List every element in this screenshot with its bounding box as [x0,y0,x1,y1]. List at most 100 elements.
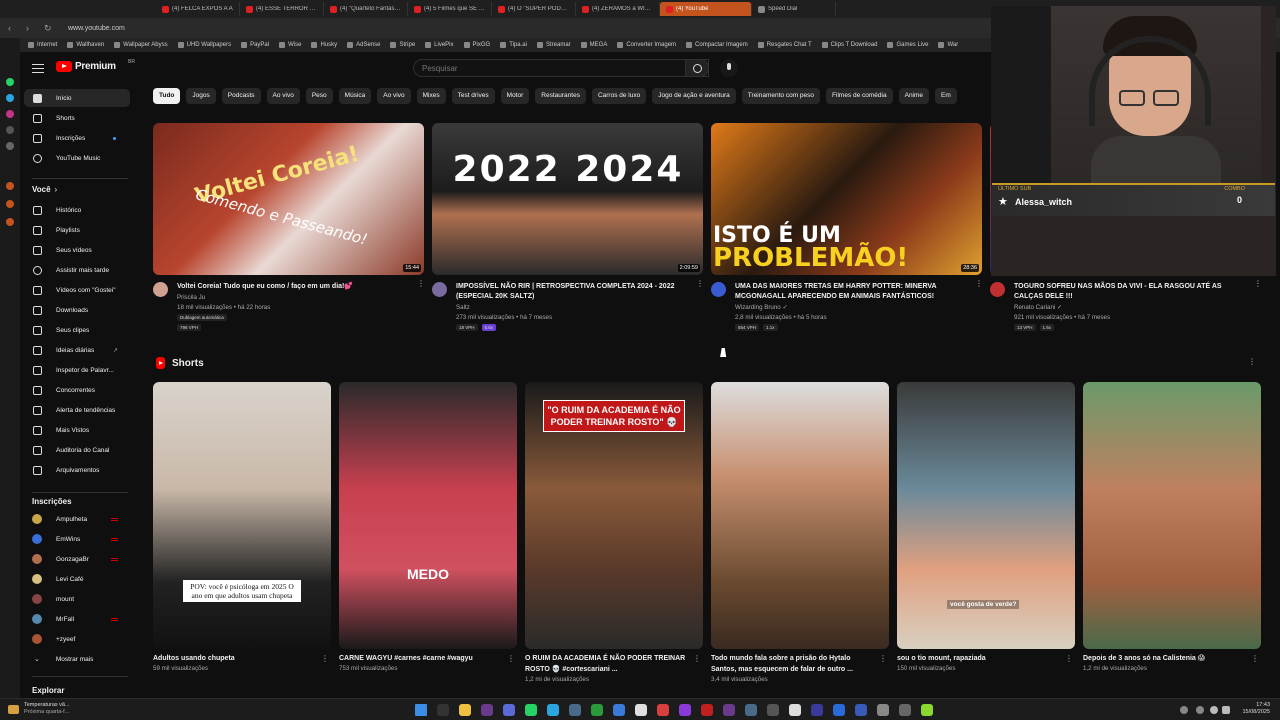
search-input[interactable] [422,64,652,73]
bookmark-item[interactable]: Games Live [887,42,928,48]
app-icon[interactable] [921,704,933,716]
shorts-more-icon[interactable] [1248,360,1251,363]
bookmark-item[interactable]: PayPal [241,42,269,48]
channel-name[interactable]: Wizarding Bruno ✓ [735,303,788,313]
more-options-icon[interactable] [417,282,420,285]
video-title[interactable]: IMPOSSÍVEL NÃO RIR | RETROSPECTIVA COMPL… [456,282,688,302]
browser-tab[interactable]: (4) 5 Filmes que SE PERD [408,2,492,16]
edge-icon[interactable] [613,704,625,716]
channel-name[interactable]: Saltz [456,303,470,313]
filter-chip[interactable]: Ao vivo [266,88,300,104]
volume-icon[interactable] [1222,706,1230,714]
filter-chip[interactable]: Podcasts [221,88,261,104]
telegram-icon[interactable] [6,94,14,102]
more-options-icon[interactable] [693,657,696,660]
bookmark-item[interactable]: Stripe [390,42,415,48]
browser-tab[interactable]: Speed Dial [752,2,836,16]
sidebar-item[interactable]: Inscrições [24,129,130,147]
channel-avatar[interactable] [990,282,1005,297]
video-title[interactable]: Voltei Coreia! Tudo que eu como / faço e… [177,282,409,292]
bookmark-item[interactable]: LivePix [425,42,454,48]
whatsapp-icon[interactable] [525,704,537,716]
sidebar-item[interactable]: Inspetor de Palavr... [24,361,130,379]
video-thumbnail[interactable]: 2022 2024 2:09:59 [432,123,703,275]
opera-icon[interactable] [657,704,669,716]
filter-chip[interactable]: Jogos [186,88,216,104]
sidebar-item[interactable]: Arquivamentos [24,461,130,479]
filter-chip[interactable]: Carros de luxo [591,88,647,104]
video-title[interactable]: TOGURO SOFREU NAS MÃOS DA VIVI - ELA RAS… [1014,282,1246,302]
short-title[interactable]: O RUIM DA ACADEMIA É NÃO PODER TREINAR R… [525,653,690,675]
bookmark-item[interactable]: Internet [28,42,57,48]
bookmark-item[interactable]: Clips T Download [821,42,877,48]
short-thumbnail[interactable] [1083,382,1261,649]
sidebar-item[interactable]: Mais Vistos [24,421,130,439]
filter-chip[interactable]: Em [935,88,957,104]
video-thumbnail[interactable]: ISTO É UM PROBLEMÃO! 28:36 [711,123,982,275]
filter-chip[interactable]: Jogo de ação e aventura [652,88,736,104]
bookmark-item[interactable]: Converter Imagem [617,42,676,48]
bookmark-item[interactable]: Compactar Imagem [686,42,748,48]
filter-chip[interactable]: Tudo [153,88,181,104]
sidebar-item[interactable]: Auditoria do Canal [24,441,130,459]
subscription-item[interactable]: GonzagaBr [24,550,130,568]
short-title[interactable]: CARNE WAGYU #carnes #carne #wagyu [339,653,504,664]
voce-heading[interactable]: Você › [32,185,57,194]
more-options-icon[interactable] [696,282,699,285]
tiktok-icon[interactable] [6,126,14,134]
panel-icon[interactable] [6,200,14,208]
short-thumbnail[interactable]: MEDO [339,382,517,649]
subscription-item[interactable]: Levi Café [24,570,130,588]
x-icon[interactable] [6,142,14,150]
more-options-icon[interactable] [1251,657,1254,660]
system-clock[interactable]: 17:43 15/08/2025 [1242,702,1270,716]
bookmark-item[interactable]: MEGA [580,42,607,48]
app-icon[interactable] [481,704,493,716]
tray-icon[interactable] [1180,706,1188,714]
bookmark-item[interactable]: Resgates Chat T [757,42,812,48]
browser-tab[interactable]: (4) "Quarteto Fantástico [324,2,408,16]
more-options-icon[interactable] [975,282,978,285]
show-more-button[interactable]: ⌄ Mostrar mais [24,650,130,668]
app-icon[interactable] [789,704,801,716]
channel-avatar[interactable] [711,282,726,297]
filter-chip[interactable]: Test drives [451,88,495,104]
instagram-icon[interactable] [6,110,14,118]
app-icon[interactable] [679,704,691,716]
more-options-icon[interactable] [1065,657,1068,660]
xbox-icon[interactable] [591,704,603,716]
app-icon[interactable] [767,704,779,716]
filter-chip[interactable]: Restaurantes [535,88,586,104]
subscription-item[interactable]: Ampulheta [24,510,130,528]
filter-chip[interactable]: Treinamento com peso [741,88,821,104]
app-icon[interactable] [723,704,735,716]
bookmark-item[interactable]: Wallpaper Abyss [114,42,168,48]
browser-tab[interactable]: (4) ZERAMOS a WINSTR [576,2,660,16]
sidebar-item[interactable]: Ideias diárias ↗ [24,341,130,359]
menu-icon[interactable] [32,64,44,73]
bookmark-item[interactable]: PixGG [463,42,490,48]
chrome-icon[interactable] [635,704,647,716]
weather-widget[interactable]: Temperaturas vã... Próxima quarta-f... [24,702,70,716]
bookmark-item[interactable]: Wise [279,42,301,48]
file-explorer-icon[interactable] [459,704,471,716]
bookmark-item[interactable]: War [938,42,958,48]
mic-button[interactable] [720,59,738,77]
subscription-item[interactable]: EmWins [24,530,130,548]
discord-icon[interactable] [503,704,515,716]
browser-tab[interactable]: (4) O "SUPER PODER" BI [492,2,576,16]
subscription-item[interactable]: MrFall [24,610,130,628]
video-thumbnail[interactable]: Voltei Coreia! Comendo e Passeando! 15:44 [153,123,424,275]
url-field[interactable]: www.youtube.com [68,25,125,32]
channel-name[interactable]: Renato Cariani ✓ [1014,303,1062,313]
reload-icon[interactable]: ↻ [44,23,54,34]
sidebar-item[interactable]: Shorts [24,109,130,127]
tray-icon[interactable] [1196,706,1204,714]
short-title[interactable]: Depois de 3 anos só na Calistenia 😱 [1083,653,1248,664]
search-button[interactable] [685,59,709,77]
bookmark-item[interactable]: AdSense [347,42,380,48]
more-options-icon[interactable] [1254,282,1257,285]
panel-icon[interactable] [6,218,14,226]
youtube-logo[interactable]: Premium BR [56,59,135,72]
filter-chip[interactable]: Anime [898,88,930,104]
